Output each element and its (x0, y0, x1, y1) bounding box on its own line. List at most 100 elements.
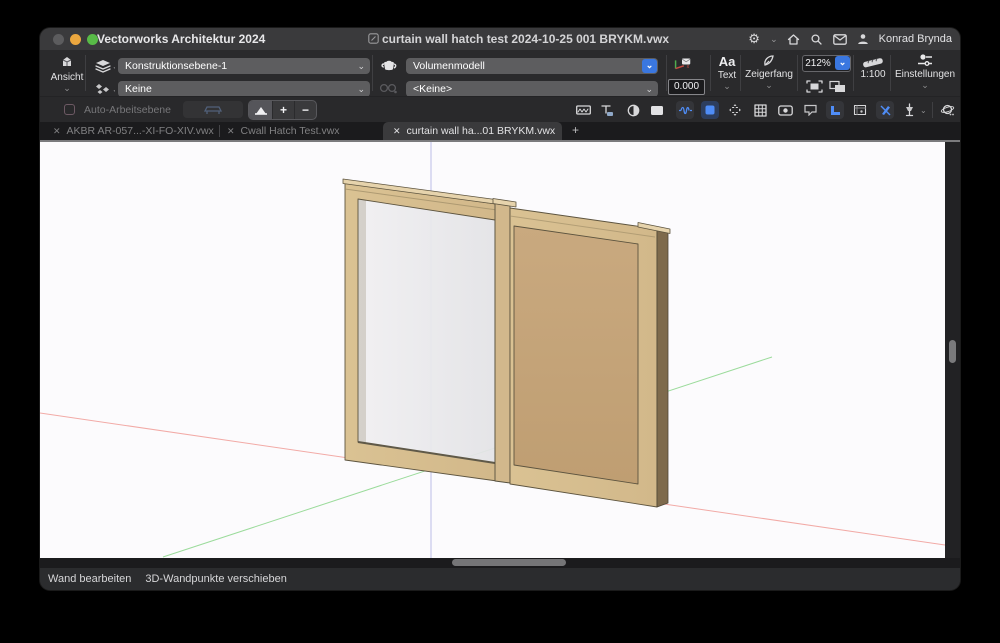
move-handles-icon[interactable] (726, 101, 744, 119)
app-window: Vectorworks Architektur 2024 curtain wal… (40, 28, 960, 590)
navigation-globe-icon[interactable] (938, 101, 956, 119)
separator (797, 55, 798, 91)
zoom-in-button[interactable]: + (273, 101, 295, 119)
blue-square-icon[interactable] (701, 101, 719, 119)
new-tab-button[interactable]: + (572, 123, 579, 137)
drawing-canvas[interactable] (40, 142, 945, 558)
minimize-window-button[interactable] (70, 33, 81, 45)
view-cube-icon (62, 57, 72, 66)
snap-chevron-icon: ⌄ (765, 80, 773, 90)
scale-value: 1:100 (860, 69, 886, 80)
tab-divider (219, 125, 220, 137)
text-chevron-icon: ⌄ (723, 81, 731, 91)
gear-icon[interactable]: ⚙ (747, 31, 761, 46)
mode-bar: Auto-Arbeitsebene + − ⌄ (40, 96, 960, 123)
render-teapot-icon[interactable] (378, 56, 400, 74)
tab-akbr[interactable]: ✕ AKBR AR-057...-XI-FO-XIV.vwx (53, 122, 214, 140)
status-bar: Wand bearbeiten 3D-Wandpunkte verschiebe… (40, 568, 960, 590)
render-mode-chevron-button[interactable]: ⌄ (642, 59, 657, 73)
tab-close-icon[interactable]: ✕ (53, 126, 61, 137)
grid-icon[interactable] (751, 101, 769, 119)
settings-chevron-icon: ⌄ (921, 80, 929, 90)
annotation-icon[interactable] (801, 101, 819, 119)
text-menu-button[interactable]: Aa Text ⌄ (706, 54, 748, 91)
class-dropdown[interactable]: Keine ⌄ (118, 81, 370, 97)
document-title: curtain wall hatch test 2024-10-25 001 B… (382, 32, 670, 46)
tab-label: curtain wall ha...01 BRYKM.vwx (406, 125, 556, 137)
status-mode: Wand bearbeiten (48, 573, 132, 585)
close-window-button[interactable] (53, 33, 64, 45)
text-scale-icon[interactable] (598, 101, 616, 119)
fill-panel-icon[interactable] (648, 101, 666, 119)
separator (932, 102, 933, 118)
view-menu-button[interactable]: Ansicht ⌄ (45, 53, 89, 93)
settings-label: Einstellungen (894, 69, 956, 80)
auto-workplane-label: Auto-Arbeitsebene (84, 104, 171, 116)
user-name[interactable]: Konrad Brynda (879, 33, 952, 45)
svg-text:⌄: ⌄ (112, 62, 115, 71)
tab-cwall-hatch-test[interactable]: ✕ Cwall Hatch Test.vwx (227, 122, 340, 140)
classes-icon[interactable]: ⌄ (93, 79, 115, 97)
contrast-icon[interactable] (624, 101, 642, 119)
glass-edge-shade (358, 199, 366, 444)
scale-menu-button[interactable]: 1:100 (855, 54, 891, 80)
tab-close-icon[interactable]: ✕ (393, 126, 401, 137)
drawing-area-row (40, 140, 960, 558)
saved-view-dropdown[interactable]: <Keine> ⌄ (406, 81, 658, 97)
mullion (494, 202, 511, 484)
plumb-chevron-icon[interactable]: ⌄ (920, 106, 927, 115)
corner-ruler-icon[interactable] (826, 101, 844, 119)
look-at-workplane-button[interactable] (249, 101, 273, 119)
horizontal-scrollbar-thumb[interactable] (452, 559, 566, 566)
camera-eye-icon[interactable] (776, 101, 794, 119)
curtain-wall-model[interactable] (342, 178, 671, 508)
fit-objects-icon[interactable] (805, 79, 824, 94)
gear-chevron-icon[interactable]: ⌄ (770, 34, 778, 44)
zoom-value: 212% (805, 58, 831, 69)
settings-menu-button[interactable]: Einstellungen ⌄ (893, 53, 957, 90)
horizontal-scrollbar[interactable] (40, 558, 960, 568)
tab-label: AKBR AR-057...-XI-FO-XIV.vwx (66, 125, 214, 137)
snapping-menu-button[interactable]: Zeigerfang ⌄ (744, 53, 794, 90)
vertical-scrollbar[interactable] (945, 142, 960, 558)
layer-dropdown-value: Konstruktionsebene-1 (125, 60, 228, 72)
fit-page-icon[interactable] (828, 79, 847, 94)
auto-workplane-checkbox[interactable] (64, 104, 75, 115)
saved-view-glasses-icon (379, 83, 397, 94)
layers-icon[interactable]: ⌄ (93, 57, 115, 75)
vertical-scrollbar-thumb[interactable] (949, 340, 956, 363)
spring-constraint-icon[interactable] (676, 101, 694, 119)
search-icon[interactable] (810, 32, 824, 46)
document-icon (368, 33, 379, 44)
tab-curtain-wall-active[interactable]: ✕ curtain wall ha...01 BRYKM.vwx (383, 122, 562, 140)
mail-icon[interactable] (832, 32, 847, 46)
plan-rotation-axes-icon: x (674, 58, 691, 70)
render-mode-dropdown[interactable]: Volumenmodell ⌄ (406, 58, 658, 74)
viewport-frame-icon[interactable] (851, 101, 869, 119)
separator (890, 55, 891, 91)
text-aa-icon: Aa (718, 54, 736, 69)
view-label: Ansicht (50, 72, 84, 83)
saved-view-chevron-icon: ⌄ (645, 84, 653, 94)
home-icon[interactable] (787, 32, 801, 46)
document-tab-bar: ✕ AKBR AR-057...-XI-FO-XIV.vwx ✕ Cwall H… (40, 122, 960, 140)
tab-close-icon[interactable]: ✕ (227, 126, 235, 137)
no-pen-icon[interactable] (876, 101, 894, 119)
zoom-chevron-button[interactable]: ⌄ (835, 56, 850, 70)
user-icon[interactable] (856, 32, 870, 46)
zoom-control[interactable]: 212% ⌄ (802, 55, 851, 72)
snap-pen-icon (764, 55, 774, 66)
title-bar: Vectorworks Architektur 2024 curtain wal… (40, 28, 960, 51)
rotation-field[interactable]: 0.000 (668, 79, 705, 95)
separator (372, 55, 373, 91)
workplane-button[interactable] (183, 101, 243, 118)
class-chevron-icon: ⌄ (357, 84, 365, 94)
scale-ruler-icon (863, 58, 883, 68)
zoom-out-button[interactable]: − (295, 101, 316, 119)
layer-dropdown[interactable]: Konstruktionsebene-1 ⌄ (118, 58, 370, 74)
hatch-display-icon[interactable] (574, 101, 592, 119)
plumb-tool-icon[interactable] (900, 101, 918, 119)
app-title: Vectorworks Architektur 2024 (97, 32, 266, 46)
separator (666, 55, 667, 91)
separator (85, 55, 86, 91)
